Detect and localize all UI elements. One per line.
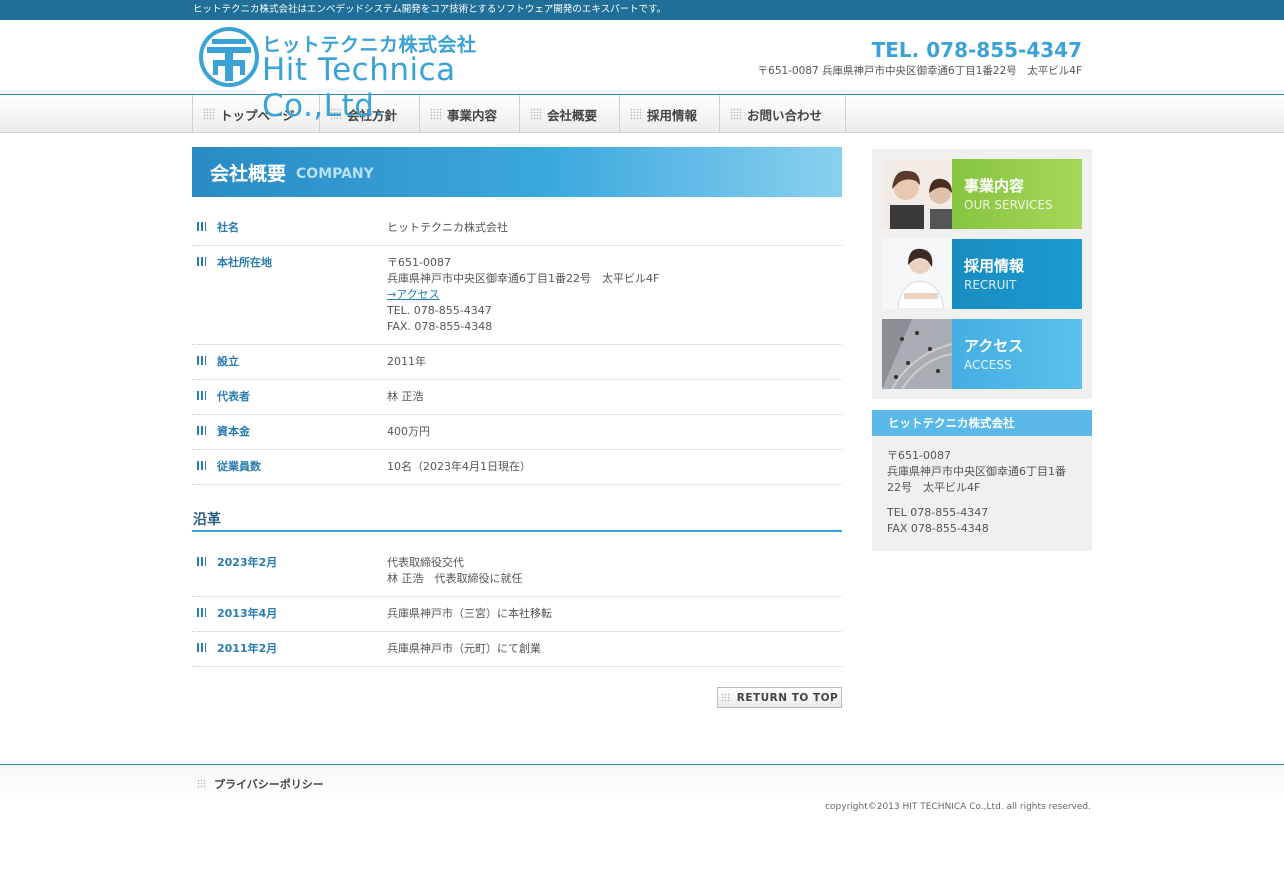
value-line: 〒651-0087: [387, 256, 451, 269]
history-table: 2023年2月 代表取締役交代 林 正浩 代表取締役に就任 2013年4月 兵庫…: [192, 546, 842, 667]
row-label: 2011年2月: [192, 641, 387, 657]
banner-text: 事業内容 OUR SERVICES: [952, 159, 1082, 229]
company-tel: TEL 078-855-4347: [887, 506, 989, 519]
row-value: 2011年: [387, 354, 842, 370]
banner-text: 採用情報 RECRUIT: [952, 239, 1082, 309]
tagline-text: ヒットテクニカ株式会社はエンベデッドシステム開発をコア技術とするソフトウェア開発…: [193, 4, 667, 15]
value-line: 林 正浩 代表取締役に就任: [387, 572, 523, 585]
dotted-bullet-icon: [197, 779, 207, 789]
dotted-bullet-icon: [630, 108, 642, 120]
value-line: 10名（2023年4月1日現在）: [387, 460, 531, 473]
company-postal: 〒651-0087: [887, 449, 951, 462]
sidebar-company-info: ヒットテクニカ株式会社 〒651-0087 兵庫県神戸市中央区御幸通6丁目1番2…: [872, 410, 1092, 551]
privacy-policy-link[interactable]: プライバシーポリシー: [197, 776, 324, 792]
header-address: 〒651-0087 兵庫県神戸市中央区御幸通6丁目1番22号 太平ビル4F: [757, 65, 1082, 77]
row-value: 400万円: [387, 424, 842, 440]
value-line: ヒットテクニカ株式会社: [387, 221, 508, 234]
site-footer: プライバシーポリシー copyright©2013 HIT TECHNICA C…: [0, 764, 1284, 887]
history-heading: 沿革: [192, 509, 842, 532]
return-to-top-label: RETURN TO TOP: [736, 691, 839, 704]
nav-label: 採用情報: [647, 107, 698, 123]
nav-label: お問い合わせ: [747, 107, 823, 123]
value-line: 兵庫県神戸市中央区御幸通6丁目1番22号 太平ビル4F: [387, 272, 660, 285]
content-container: 会社概要 COMPANY 社名 ヒットテクニカ株式会社 本社所在地 〒651-0…: [192, 147, 1092, 747]
company-logo[interactable]: ヒットテクニカ株式会社 Hit Technica Co.,Ltd.: [198, 26, 558, 124]
value-line: 林 正浩: [387, 390, 424, 403]
logo-mark-icon: [199, 27, 259, 87]
value-line: 代表取締役交代: [387, 556, 464, 569]
row-value: 10名（2023年4月1日現在）: [387, 459, 842, 475]
page-title: 会社概要: [210, 162, 287, 185]
row-label: 本社所在地: [192, 255, 387, 335]
row-label: 2023年2月: [192, 555, 387, 587]
dotted-bullet-icon: [720, 692, 731, 703]
copyright: copyright©2013 HIT TECHNICA Co.,Ltd. all…: [825, 802, 1091, 812]
value-line: TEL. 078-855-4347: [387, 304, 492, 317]
return-to-top-button[interactable]: RETURN TO TOP: [717, 687, 842, 708]
banner-subtitle: RECRUIT: [964, 278, 1017, 292]
table-row: 代表者 林 正浩: [192, 380, 842, 415]
dotted-bullet-icon: [730, 108, 742, 120]
table-row: 社名 ヒットテクニカ株式会社: [192, 211, 842, 246]
header-phone: TEL. 078-855-4347: [871, 38, 1082, 62]
table-row: 2011年2月 兵庫県神戸市（元町）にて創業: [192, 632, 842, 667]
table-row: 設立 2011年: [192, 345, 842, 380]
access-link[interactable]: →アクセス: [387, 288, 440, 301]
company-address: 兵庫県神戸市中央区御幸通6丁目1番22号 太平ビル4F: [887, 465, 1066, 494]
top-tagline-bar: ヒットテクニカ株式会社はエンベデッドシステム開発をコア技術とするソフトウェア開発…: [0, 0, 1284, 20]
row-value: 兵庫県神戸市（元町）にて創業: [387, 641, 842, 657]
page-title-en: COMPANY: [296, 166, 374, 182]
banner-title: 採用情報: [964, 257, 1025, 275]
global-nav: トップページ 会社方針 事業内容 会社概要 採用情報 お問い合わせ: [0, 95, 1284, 133]
table-row: 2013年4月 兵庫県神戸市（三宮）に本社移転: [192, 597, 842, 632]
value-line: 兵庫県神戸市（三宮）に本社移転: [387, 607, 552, 620]
operator-photo-icon: [882, 159, 952, 229]
businesswoman-photo-icon: [882, 239, 952, 309]
row-label: 従業員数: [192, 459, 387, 475]
row-value: 林 正浩: [387, 389, 842, 405]
row-label: 設立: [192, 354, 387, 370]
dotted-bullet-icon: [203, 108, 215, 120]
banner-services[interactable]: 事業内容 OUR SERVICES: [882, 159, 1082, 229]
banner-subtitle: OUR SERVICES: [964, 198, 1053, 212]
privacy-policy-label: プライバシーポリシー: [214, 778, 324, 791]
row-value: ヒットテクニカ株式会社: [387, 220, 842, 236]
table-row: 本社所在地 〒651-0087 兵庫県神戸市中央区御幸通6丁目1番22号 太平ビ…: [192, 246, 842, 345]
row-label: 2013年4月: [192, 606, 387, 622]
row-label: 代表者: [192, 389, 387, 405]
company-fax: FAX 078-855-4348: [887, 522, 989, 535]
banner-access[interactable]: アクセス ACCESS: [882, 319, 1082, 389]
value-line: 2011年: [387, 355, 426, 368]
main-content: 会社概要 COMPANY 社名 ヒットテクニカ株式会社 本社所在地 〒651-0…: [192, 147, 842, 708]
banner-title: 事業内容: [964, 177, 1025, 195]
banner-text: アクセス ACCESS: [952, 319, 1082, 389]
banner-subtitle: ACCESS: [964, 358, 1012, 372]
sidebar-banners: 事業内容 OUR SERVICES 採用情報 RECRUIT アクセス ACCE…: [872, 149, 1092, 399]
row-value: 兵庫県神戸市（三宮）に本社移転: [387, 606, 842, 622]
row-label: 社名: [192, 220, 387, 236]
row-value: 〒651-0087 兵庫県神戸市中央区御幸通6丁目1番22号 太平ビル4F →ア…: [387, 255, 842, 335]
logo-english-name: Hit Technica Co.,Ltd.: [262, 52, 456, 124]
sidebar: 事業内容 OUR SERVICES 採用情報 RECRUIT アクセス ACCE…: [872, 149, 1092, 551]
banner-title: アクセス: [964, 337, 1024, 355]
nav-item-recruit[interactable]: 採用情報: [619, 95, 719, 133]
company-info-title: ヒットテクニカ株式会社: [872, 410, 1092, 436]
row-label: 資本金: [192, 424, 387, 440]
value-line: 400万円: [387, 425, 430, 438]
company-profile-table: 社名 ヒットテクニカ株式会社 本社所在地 〒651-0087 兵庫県神戸市中央区…: [192, 211, 842, 485]
page-heading-banner: 会社概要 COMPANY: [192, 147, 842, 197]
table-row: 従業員数 10名（2023年4月1日現在）: [192, 450, 842, 485]
value-line: FAX. 078-855-4348: [387, 320, 493, 333]
nav-item-contact[interactable]: お問い合わせ: [719, 95, 846, 133]
value-line: 兵庫県神戸市（元町）にて創業: [387, 642, 541, 655]
table-row: 資本金 400万円: [192, 415, 842, 450]
table-row: 2023年2月 代表取締役交代 林 正浩 代表取締役に就任: [192, 546, 842, 597]
banner-recruit[interactable]: 採用情報 RECRUIT: [882, 239, 1082, 309]
crowd-photo-icon: [882, 319, 952, 389]
site-header: ヒットテクニカ株式会社 Hit Technica Co.,Ltd. TEL. 0…: [0, 20, 1284, 124]
row-value: 代表取締役交代 林 正浩 代表取締役に就任: [387, 555, 842, 587]
